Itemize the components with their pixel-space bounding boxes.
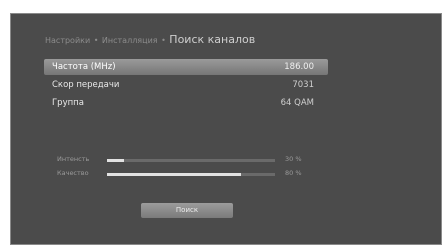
frequency-value: 186.00 <box>284 62 314 72</box>
signal-quality-value: 80 % <box>285 169 302 177</box>
breadcrumb-installation: Инсталляция <box>101 36 158 45</box>
breadcrumb: Настройки • Инсталляция • Поиск каналов <box>45 33 255 46</box>
signal-quality-label: Качество <box>57 169 89 177</box>
signal-strength-label: Интенсть <box>57 155 90 163</box>
symbol-rate-value: 7031 <box>292 80 314 90</box>
screen: Настройки • Инсталляция • Поиск каналов … <box>0 0 445 248</box>
frequency-row[interactable]: Частота (MHz) 186.00 <box>44 59 328 75</box>
frequency-label: Частота (MHz) <box>52 62 116 72</box>
signal-strength-fill <box>107 159 124 162</box>
breadcrumb-separator: • <box>161 36 166 45</box>
modulation-row[interactable]: Группа 64 QAM <box>44 95 328 111</box>
modulation-value: 64 QAM <box>280 98 314 108</box>
search-button[interactable]: Поиск <box>141 203 233 218</box>
signal-quality-track <box>107 173 275 176</box>
page-title: Поиск каналов <box>169 33 256 46</box>
channel-search-panel: Настройки • Инсталляция • Поиск каналов … <box>10 13 442 245</box>
signal-strength-track <box>107 159 275 162</box>
symbol-rate-row[interactable]: Скор передачи 7031 <box>44 77 328 93</box>
breadcrumb-settings: Настройки <box>45 36 91 45</box>
signal-strength-value: 30 % <box>285 155 302 163</box>
modulation-label: Группа <box>52 98 84 108</box>
symbol-rate-label: Скор передачи <box>52 80 120 90</box>
breadcrumb-separator: • <box>93 36 99 45</box>
signal-quality-fill <box>107 173 242 176</box>
